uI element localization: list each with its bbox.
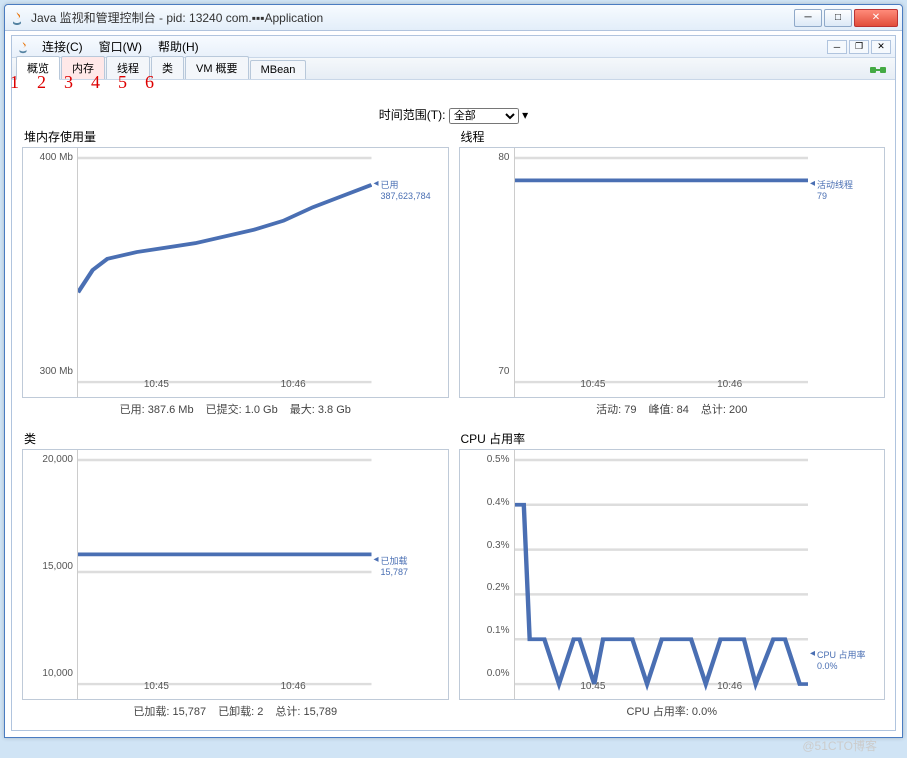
chart-stats: CPU 占用率: 0.0% [459, 700, 886, 722]
tab-vm-summary[interactable]: VM 概要 [185, 56, 249, 79]
chart-classes: 类 20,00015,00010,00010:4510:46◂已加载15,787已… [22, 430, 449, 722]
java-icon [16, 40, 30, 54]
menubar: 连接(C) 窗口(W) 帮助(H) ─ ❐ ✕ [12, 36, 895, 58]
close-button[interactable]: ✕ [854, 9, 898, 27]
watermark: @51CTO博客 [802, 737, 877, 754]
menu-help[interactable]: 帮助(H) [150, 36, 207, 57]
inner-restore-button[interactable]: ❐ [849, 40, 869, 54]
chart-threads: 线程 807010:4510:46◂活动线程79活动: 79峰值: 84总计: 2… [459, 128, 886, 420]
time-range-control: 时间范围(T): 全部 ▾ [22, 106, 885, 124]
time-range-label: 时间范围(T): [379, 108, 446, 122]
menu-window[interactable]: 窗口(W) [91, 36, 150, 57]
tabbar: 概览 内存 线程 类 VM 概要 MBean [12, 58, 895, 80]
tab-threads[interactable]: 线程 [106, 56, 150, 79]
chart-title: 类 [22, 430, 449, 447]
tab-overview[interactable]: 概览 [16, 56, 60, 80]
java-icon [9, 10, 25, 26]
dropdown-arrow-icon: ▾ [522, 108, 528, 122]
chart-stats: 活动: 79峰值: 84总计: 200 [459, 398, 886, 420]
connection-status-icon [869, 64, 887, 76]
chart-plot-area: 0.5%0.4%0.3%0.2%0.1%0.0%10:4510:46◂CPU 占… [459, 449, 886, 700]
chart-cpu: CPU 占用率 0.5%0.4%0.3%0.2%0.1%0.0%10:4510:4… [459, 430, 886, 722]
tab-mbean[interactable]: MBean [250, 60, 307, 79]
chart-plot-area: 807010:4510:46◂活动线程79 [459, 147, 886, 398]
tab-classes[interactable]: 类 [151, 56, 184, 79]
chart-plot-area: 400 Mb300 Mb10:4510:46◂已用387,623,784 [22, 147, 449, 398]
chart-stats: 已加载: 15,787已卸载: 2总计: 15,789 [22, 700, 449, 722]
window-title: Java 监视和管理控制台 - pid: 13240 com.▪▪▪Applic… [31, 9, 794, 26]
chart-heap: 堆内存使用量 400 Mb300 Mb10:4510:46◂已用387,623,7… [22, 128, 449, 420]
chart-stats: 已用: 387.6 Mb已提交: 1.0 Gb最大: 3.8 Gb [22, 398, 449, 420]
menu-connect[interactable]: 连接(C) [34, 36, 91, 57]
chart-plot-area: 20,00015,00010,00010:4510:46◂已加载15,787 [22, 449, 449, 700]
inner-minimize-button[interactable]: ─ [827, 40, 847, 54]
chart-title: 堆内存使用量 [22, 128, 449, 145]
maximize-button[interactable]: □ [824, 9, 852, 27]
inner-close-button[interactable]: ✕ [871, 40, 891, 54]
tab-memory[interactable]: 内存 [61, 56, 105, 79]
time-range-select[interactable]: 全部 [449, 108, 519, 124]
chart-title: CPU 占用率 [459, 430, 886, 447]
chart-title: 线程 [459, 128, 886, 145]
outer-titlebar: Java 监视和管理控制台 - pid: 13240 com.▪▪▪Applic… [5, 5, 902, 31]
minimize-button[interactable]: ─ [794, 9, 822, 27]
